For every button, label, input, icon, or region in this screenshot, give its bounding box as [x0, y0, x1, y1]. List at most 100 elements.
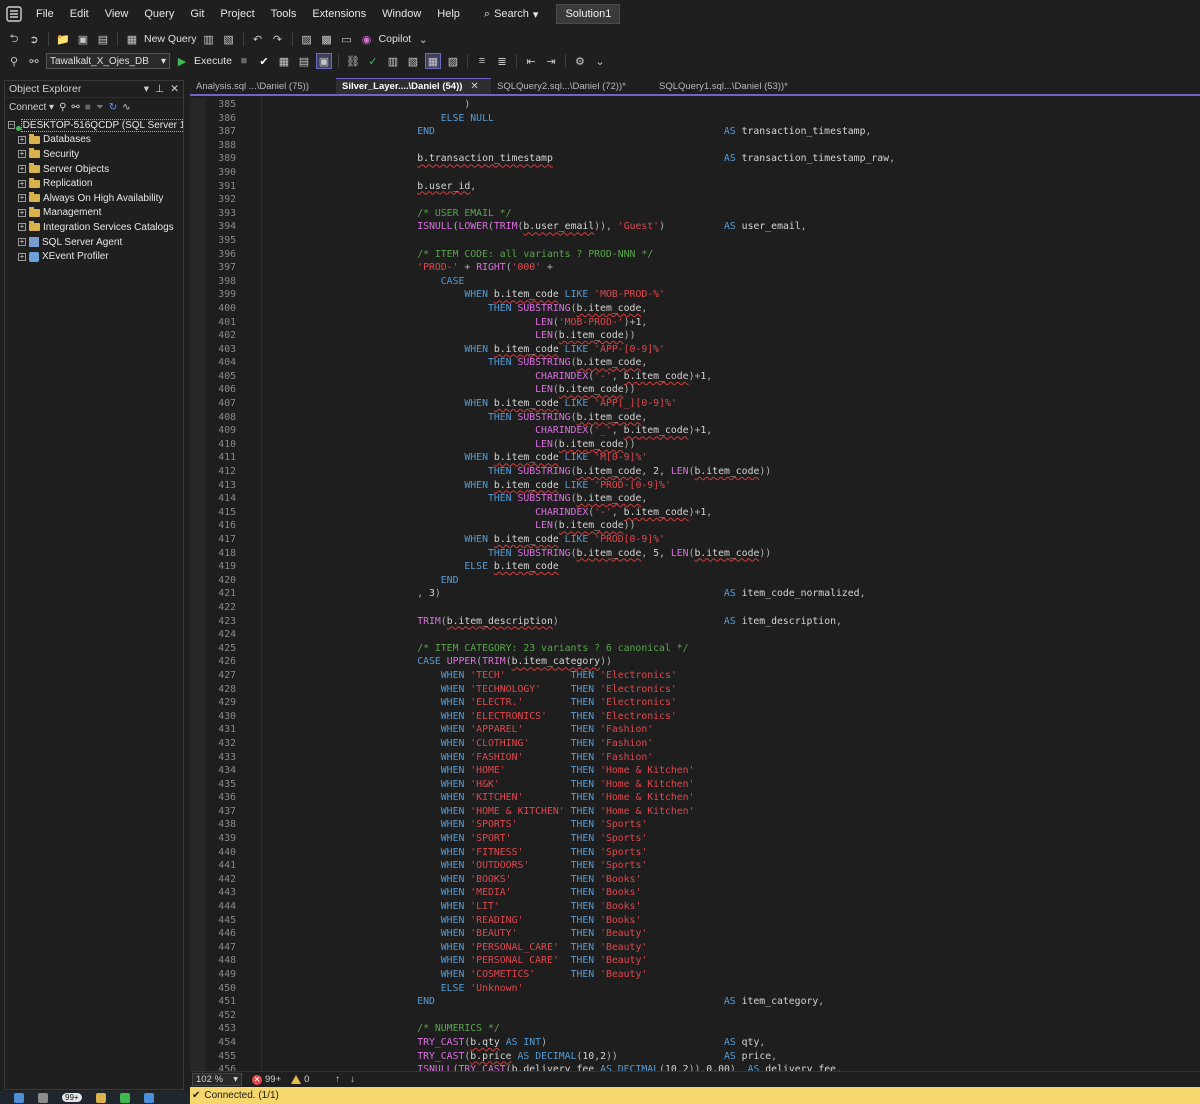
- code-line[interactable]: 405 CHARINDEX('-', b.item_code)+1,: [190, 370, 1200, 384]
- properties-icon[interactable]: ▭: [339, 31, 355, 47]
- tree-node-xevent-profiler[interactable]: + XEvent Profiler: [5, 249, 183, 264]
- code-line[interactable]: 385 ): [190, 98, 1200, 112]
- code-line[interactable]: 406 LEN(b.item_code)): [190, 383, 1200, 397]
- new-query-icon[interactable]: ▦: [124, 31, 140, 47]
- activity-monitor-icon[interactable]: ▨: [299, 31, 315, 47]
- code-line[interactable]: 419 ELSE b.item_code: [190, 560, 1200, 574]
- code-line[interactable]: 410 LEN(b.item_code)): [190, 438, 1200, 452]
- code-line[interactable]: 433 WHEN 'FASHION' THEN 'Fashion': [190, 751, 1200, 765]
- code-line[interactable]: 401 LEN('MOB-PROD-')+1,: [190, 316, 1200, 330]
- code-line[interactable]: 398 CASE: [190, 275, 1200, 289]
- connect-icon[interactable]: ⚲: [6, 53, 22, 69]
- code-line[interactable]: 453 /* NUMERICS */: [190, 1022, 1200, 1036]
- open-folder-icon[interactable]: 📁: [55, 31, 71, 47]
- code-line[interactable]: 396 /* ITEM CODE: all variants ? PROD-NN…: [190, 248, 1200, 262]
- browser-icon[interactable]: [119, 1092, 130, 1103]
- windows-start-icon[interactable]: [14, 1092, 24, 1103]
- code-line[interactable]: 395: [190, 234, 1200, 248]
- tab-sqlquery2[interactable]: SQLQuery2.sql...\Daniel (72))*: [491, 78, 653, 94]
- code-line[interactable]: 390: [190, 166, 1200, 180]
- code-line[interactable]: 399 WHEN b.item_code LIKE 'MOB-PROD-%': [190, 288, 1200, 302]
- warning-count[interactable]: 0: [291, 1074, 309, 1085]
- query-db-icon[interactable]: ▥: [201, 31, 217, 47]
- expand-icon[interactable]: +: [18, 238, 26, 247]
- code-line[interactable]: 418 THEN SUBSTRING(b.item_code, 5, LEN(b…: [190, 547, 1200, 561]
- code-line[interactable]: 437 WHEN 'HOME & KITCHEN' THEN 'Home & K…: [190, 805, 1200, 819]
- back-icon[interactable]: ⮌: [6, 31, 22, 47]
- expand-icon[interactable]: +: [18, 179, 26, 188]
- menu-file[interactable]: File: [28, 0, 62, 28]
- code-line[interactable]: 427 WHEN 'TECH' THEN 'Electronics': [190, 669, 1200, 683]
- forward-icon[interactable]: ➲: [26, 31, 42, 47]
- code-line[interactable]: 412 THEN SUBSTRING(b.item_code, 2, LEN(b…: [190, 465, 1200, 479]
- panel-menu-icon[interactable]: ▾: [144, 83, 149, 95]
- code-line[interactable]: 408 THEN SUBSTRING(b.item_code,: [190, 411, 1200, 425]
- tab-analysis[interactable]: Analysis.sql ...\Daniel (75)): [190, 78, 336, 94]
- code-line[interactable]: 387 END AS transaction_timestamp,: [190, 125, 1200, 139]
- tree-node-security[interactable]: + Security: [5, 147, 183, 162]
- decrease-indent-icon[interactable]: ⇤: [523, 53, 539, 69]
- code-line[interactable]: 389 b.transaction_timestamp AS transacti…: [190, 152, 1200, 166]
- code-line[interactable]: 450 ELSE 'Unknown': [190, 982, 1200, 996]
- next-issue-icon[interactable]: ↓: [350, 1074, 355, 1085]
- code-line[interactable]: 438 WHEN 'SPORTS' THEN 'Sports': [190, 818, 1200, 832]
- code-line[interactable]: 440 WHEN 'FITNESS' THEN 'Sports': [190, 846, 1200, 860]
- solution-name[interactable]: Solution1: [556, 4, 621, 24]
- menu-help[interactable]: Help: [429, 0, 468, 28]
- code-line[interactable]: 435 WHEN 'H&K' THEN 'Home & Kitchen': [190, 778, 1200, 792]
- tree-node-server[interactable]: − DESKTOP-516QCDP (SQL Server 16.0: [5, 118, 183, 133]
- tree-node-management[interactable]: + Management: [5, 206, 183, 221]
- code-line[interactable]: 403 WHEN b.item_code LIKE 'APP-[0-9]%': [190, 343, 1200, 357]
- tree-node-sql-agent[interactable]: + SQL Server Agent: [5, 235, 183, 250]
- live-stats-icon[interactable]: ✓: [365, 53, 381, 69]
- code-line[interactable]: 397 'PROD-' + RIGHT('000' +: [190, 261, 1200, 275]
- menu-window[interactable]: Window: [374, 0, 429, 28]
- database-select[interactable]: Tawalkalt_X_Ojes_DB ▾: [46, 53, 170, 69]
- code-line[interactable]: 402 LEN(b.item_code)): [190, 329, 1200, 343]
- code-line[interactable]: 417 WHEN b.item_code LIKE 'PROD[0-9]%': [190, 533, 1200, 547]
- menu-extensions[interactable]: Extensions: [304, 0, 374, 28]
- menu-edit[interactable]: Edit: [62, 0, 97, 28]
- tab-silver-layer[interactable]: Silver_Layer....\Daniel (54)) ✕: [336, 78, 491, 94]
- expand-icon[interactable]: +: [18, 135, 26, 144]
- query-options-icon[interactable]: ▤: [296, 53, 312, 69]
- intellisense-icon[interactable]: ⛓: [345, 53, 361, 69]
- results-file-icon[interactable]: ▨: [445, 53, 461, 69]
- code-line[interactable]: 452: [190, 1009, 1200, 1023]
- close-icon[interactable]: ✕: [470, 81, 478, 92]
- expand-icon[interactable]: +: [18, 223, 26, 232]
- code-line[interactable]: 414 THEN SUBSTRING(b.item_code,: [190, 492, 1200, 506]
- client-stats-icon[interactable]: ▥: [385, 53, 401, 69]
- stop-icon[interactable]: ■: [85, 102, 91, 113]
- mail-icon[interactable]: [143, 1092, 154, 1103]
- code-line[interactable]: 436 WHEN 'KITCHEN' THEN 'Home & Kitchen': [190, 791, 1200, 805]
- tab-sqlquery1[interactable]: SQLQuery1.sql...\Daniel (53))*: [653, 78, 815, 94]
- include-plan-icon[interactable]: ▣: [315, 53, 332, 69]
- code-line[interactable]: 421 , 3) AS item_code_normalized,: [190, 587, 1200, 601]
- zoom-select[interactable]: 102 % ▾: [192, 1073, 242, 1086]
- code-line[interactable]: 424: [190, 628, 1200, 642]
- code-line[interactable]: 392: [190, 193, 1200, 207]
- expand-icon[interactable]: +: [18, 150, 26, 159]
- collapse-icon[interactable]: −: [8, 121, 15, 130]
- code-line[interactable]: 432 WHEN 'CLOTHING' THEN 'Fashion': [190, 737, 1200, 751]
- expand-icon[interactable]: +: [18, 208, 26, 217]
- results-text-icon[interactable]: ▧: [405, 53, 421, 69]
- expand-icon[interactable]: +: [18, 165, 26, 174]
- code-line[interactable]: 420 END: [190, 574, 1200, 588]
- query-analysis-icon[interactable]: ▧: [221, 31, 237, 47]
- close-icon[interactable]: ✕: [170, 83, 179, 95]
- error-count[interactable]: ✕ 99+: [252, 1074, 281, 1085]
- code-line[interactable]: 411 WHEN b.item_code LIKE 'M[0-9]%': [190, 451, 1200, 465]
- estimated-plan-icon[interactable]: ▦: [276, 53, 292, 69]
- execute-icon[interactable]: ▶: [174, 53, 190, 69]
- code-line[interactable]: 448 WHEN 'PERSONAL CARE' THEN 'Beauty': [190, 954, 1200, 968]
- comment-icon[interactable]: ≡: [474, 53, 490, 69]
- code-line[interactable]: 455 TRY_CAST(b.price AS DECIMAL(10,2)) A…: [190, 1050, 1200, 1064]
- tree-node-replication[interactable]: + Replication: [5, 176, 183, 191]
- tree-node-databases[interactable]: + Databases: [5, 133, 183, 148]
- code-line[interactable]: 393 /* USER EMAIL */: [190, 207, 1200, 221]
- menu-git[interactable]: Git: [182, 0, 212, 28]
- results-grid-icon[interactable]: ▦: [424, 53, 441, 69]
- code-line[interactable]: 443 WHEN 'MEDIA' THEN 'Books': [190, 886, 1200, 900]
